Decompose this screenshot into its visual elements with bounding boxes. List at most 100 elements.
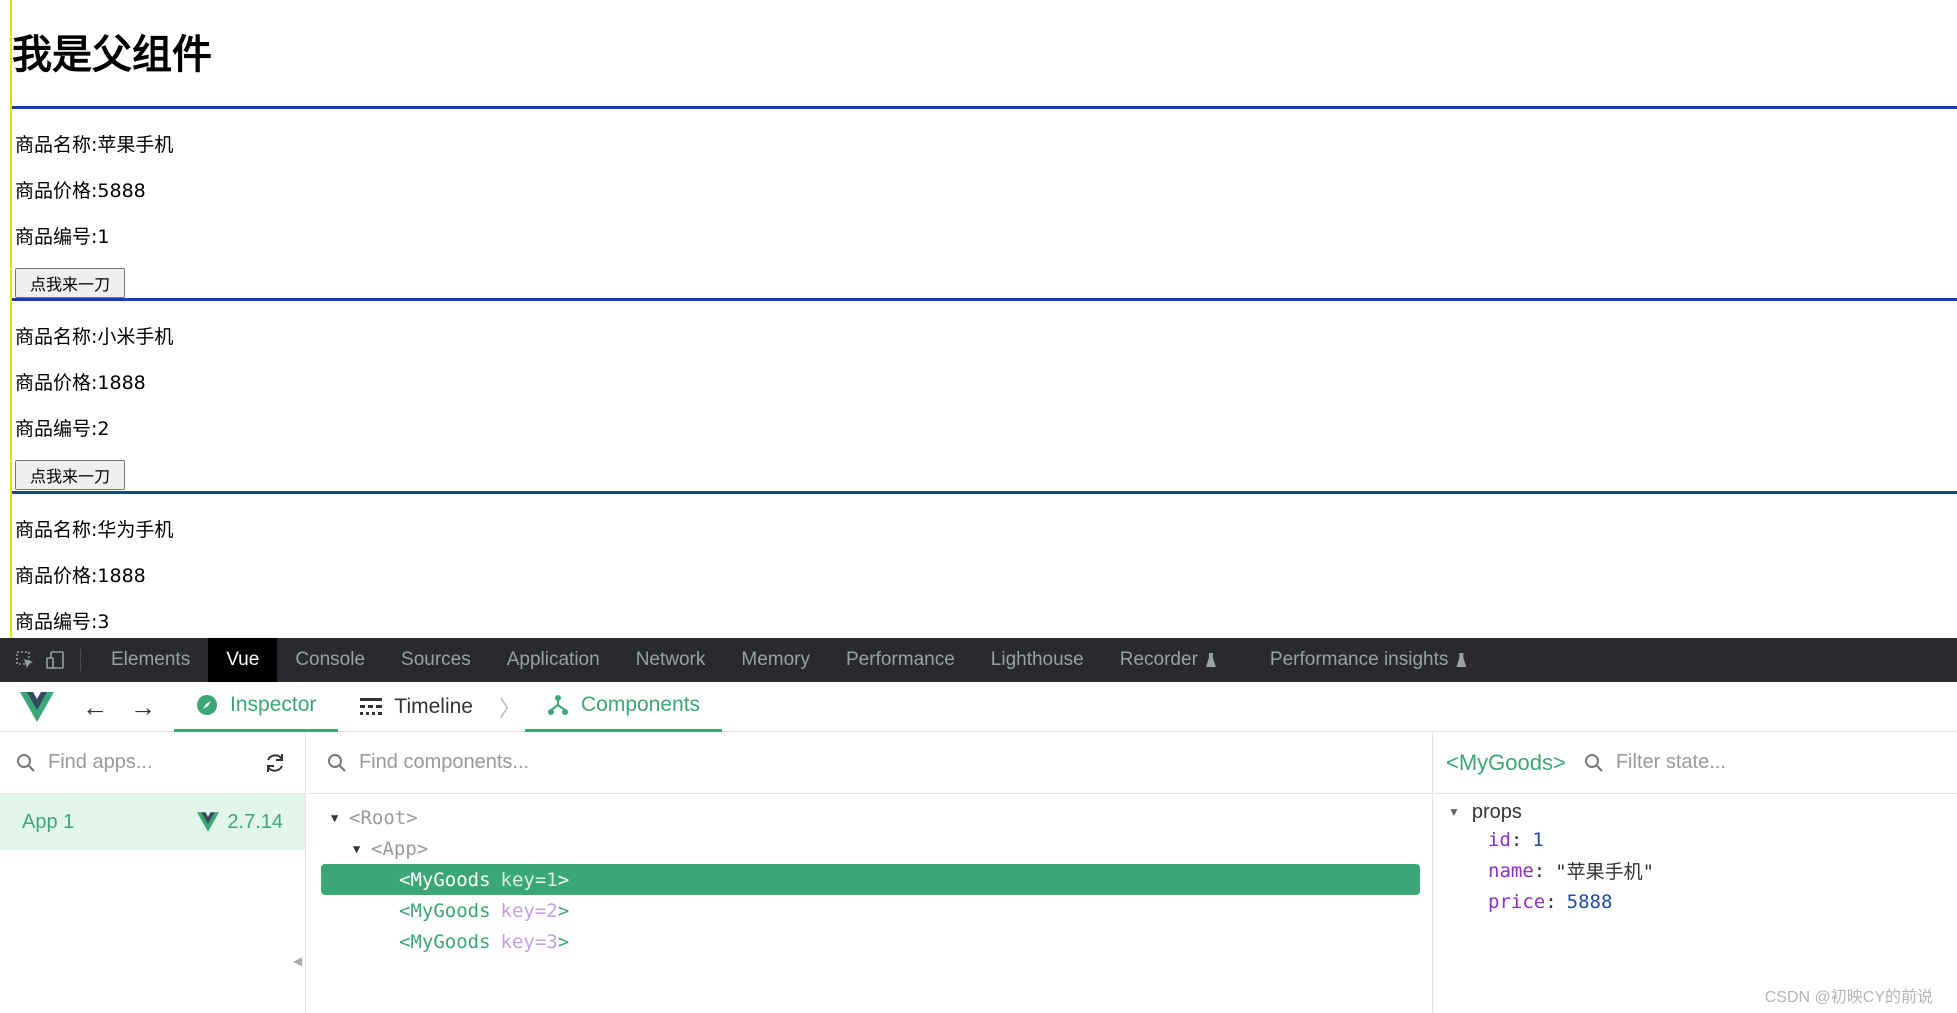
cut-price-button[interactable]: 点我来一刀	[15, 268, 125, 298]
goods-id: 商品编号:2	[15, 418, 110, 440]
prop-value: "苹果手机"	[1555, 861, 1655, 883]
apps-search-row	[0, 732, 305, 794]
tab-lighthouse[interactable]: Lighthouse	[973, 638, 1102, 682]
device-toolbar-icon[interactable]	[40, 638, 70, 682]
goods-name: 商品名称:小米手机	[15, 326, 174, 348]
prop-key: price	[1488, 890, 1546, 913]
tab-performance-insights[interactable]: Performance insights	[1252, 638, 1484, 682]
app-name: App 1	[22, 810, 75, 833]
page-viewport: 我是父组件 商品名称:苹果手机 商品价格:5888 商品编号:1 点我来一刀 商…	[0, 0, 1957, 638]
goods-card-3: 商品名称:华为手机 商品价格:1888 商品编号:3	[12, 491, 1957, 638]
tree-node-app[interactable]: ▼ <App>	[307, 833, 1432, 864]
goods-name: 商品名称:华为手机	[15, 519, 174, 541]
tree-node-key: key=2	[500, 899, 558, 922]
component-tree-icon	[547, 695, 568, 715]
app-list-item[interactable]: App 1 2.7.14	[0, 794, 305, 850]
goods-card-2: 商品名称:小米手机 商品价格:1888 商品编号:2 点我来一刀	[12, 298, 1957, 491]
tree-node-mygoods-1[interactable]: <MyGoods key=1 >	[321, 864, 1420, 895]
tab-timeline-label: Timeline	[394, 694, 473, 718]
tree-node-close: >	[557, 930, 570, 953]
compass-icon	[197, 695, 217, 715]
experimental-flask-icon	[1456, 653, 1467, 667]
app-version: 2.7.14	[197, 811, 283, 834]
vue-devtools-header: ← → Inspector Timeline 〉 Components	[0, 682, 1957, 732]
props-section-label: props	[1471, 800, 1522, 823]
goods-id: 商品编号:1	[15, 226, 110, 248]
experimental-flask-icon	[1205, 653, 1216, 667]
forward-arrow-icon[interactable]: →	[130, 694, 156, 720]
goods-price: 商品价格:1888	[15, 372, 146, 394]
tab-sources[interactable]: Sources	[383, 638, 489, 682]
tab-elements[interactable]: Elements	[93, 638, 208, 682]
tab-vue[interactable]: Vue	[208, 638, 278, 682]
tab-performance[interactable]: Performance	[828, 638, 973, 682]
tree-node-label: <MyGoods	[399, 868, 491, 891]
filter-state-input[interactable]	[1615, 751, 1816, 774]
cut-price-button[interactable]: 点我来一刀	[15, 460, 125, 490]
goods-price: 商品价格:5888	[15, 180, 146, 202]
selected-component-name: <MyGoods>	[1446, 749, 1566, 775]
tree-node-label: <App>	[371, 837, 429, 860]
inspect-element-icon[interactable]	[10, 638, 40, 682]
refresh-icon[interactable]	[263, 751, 287, 775]
expanded-triangle-icon: ▼	[1448, 805, 1460, 819]
tree-node-mygoods-2[interactable]: <MyGoods key=2 >	[307, 895, 1432, 926]
tab-network[interactable]: Network	[618, 638, 724, 682]
props-section-header[interactable]: ▼ props	[1434, 794, 1957, 824]
prop-colon: :	[1510, 828, 1523, 851]
expanded-triangle-icon[interactable]: ▼	[353, 842, 371, 856]
tab-components-label: Components	[580, 693, 701, 716]
components-search-row	[307, 732, 1432, 794]
chevron-right-icon: 〉	[498, 695, 521, 721]
tab-inspector-label: Inspector	[230, 693, 317, 716]
tab-recorder-label: Recorder	[1119, 649, 1198, 670]
goods-card-1: 商品名称:苹果手机 商品价格:5888 商品编号:1 点我来一刀	[12, 106, 1957, 299]
prop-colon: :	[1533, 859, 1546, 882]
collapse-left-icon[interactable]: ◀	[293, 954, 302, 968]
tab-recorder[interactable]: Recorder	[1102, 638, 1234, 682]
tab-application[interactable]: Application	[489, 638, 618, 682]
prop-key: name	[1488, 859, 1534, 882]
find-apps-input[interactable]	[48, 751, 228, 774]
goods-name: 商品名称:苹果手机	[15, 134, 174, 156]
search-icon	[1584, 753, 1603, 772]
tab-console[interactable]: Console	[277, 638, 383, 682]
tree-node-root[interactable]: ▼ <Root>	[307, 802, 1432, 833]
tab-memory[interactable]: Memory	[723, 638, 828, 682]
tab-timeline[interactable]: Timeline	[338, 682, 495, 732]
tab-performance-insights-label: Performance insights	[1269, 649, 1449, 670]
tree-node-label: <MyGoods	[399, 899, 491, 922]
component-tree: ▼ <Root> ▼ <App> <MyGoods key=1 > <MyGoo…	[307, 794, 1432, 957]
expanded-triangle-icon[interactable]: ▼	[331, 811, 349, 825]
state-header: <MyGoods>	[1434, 732, 1957, 794]
find-components-input[interactable]	[359, 751, 959, 774]
devtools-tab-bar: Elements Vue Console Sources Application…	[0, 638, 1957, 682]
tab-inspector[interactable]: Inspector	[174, 682, 339, 732]
page-title: 我是父组件	[12, 32, 212, 78]
tree-node-key: key=3	[500, 930, 558, 953]
prop-key: id	[1488, 828, 1511, 851]
tree-node-mygoods-3[interactable]: <MyGoods key=3 >	[307, 926, 1432, 957]
app-version-label: 2.7.14	[227, 810, 283, 833]
goods-price: 商品价格:1888	[15, 565, 146, 587]
state-pane: <MyGoods> ▼ props id: 1 name: "苹果手机" pri…	[1434, 732, 1957, 1013]
tree-node-key: key=1	[500, 868, 558, 891]
vue-logo-icon	[20, 691, 54, 722]
prop-row-id[interactable]: id: 1	[1434, 824, 1957, 855]
prop-value: 1	[1532, 828, 1544, 851]
goods-id: 商品编号:3	[15, 611, 110, 633]
prop-row-name[interactable]: name: "苹果手机"	[1434, 855, 1957, 886]
tree-node-close: >	[557, 899, 570, 922]
apps-pane: App 1 2.7.14 ◀	[0, 732, 306, 1013]
timeline-icon	[360, 697, 383, 715]
prop-row-price[interactable]: price: 5888	[1434, 886, 1957, 917]
prop-colon: :	[1545, 890, 1557, 913]
tab-separator	[80, 649, 81, 671]
tab-components[interactable]: Components	[524, 682, 723, 732]
tree-node-label: <MyGoods	[399, 930, 491, 953]
back-arrow-icon[interactable]: ←	[82, 694, 108, 720]
prop-value: 5888	[1566, 890, 1613, 913]
vue-logo-icon	[197, 812, 220, 832]
tree-node-label: <Root>	[349, 806, 418, 829]
components-pane: ▼ <Root> ▼ <App> <MyGoods key=1 > <MyGoo…	[307, 732, 1433, 1013]
